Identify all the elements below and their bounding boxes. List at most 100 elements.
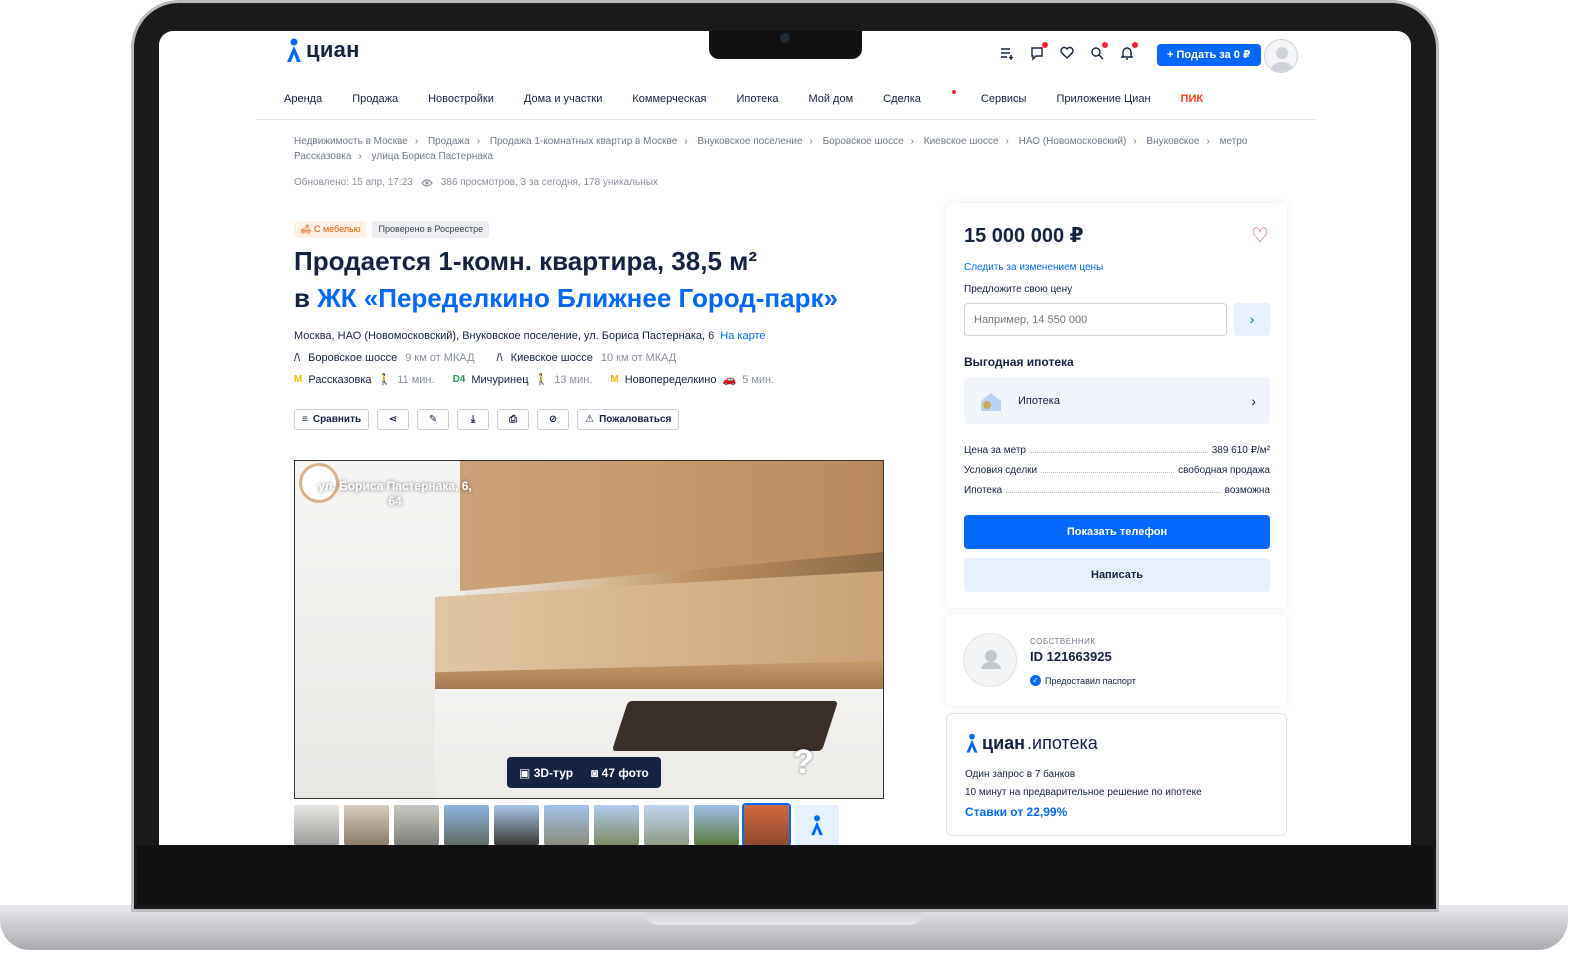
- breadcrumb-item[interactable]: Внуковское: [1146, 136, 1199, 147]
- owner-avatar[interactable]: [963, 633, 1017, 687]
- compare-button[interactable]: ≡ Сравнить: [294, 409, 370, 430]
- highway-name[interactable]: Боровское шоссе: [308, 352, 397, 364]
- nav-commercial[interactable]: Коммерческая: [632, 93, 706, 105]
- user-avatar-icon: [981, 650, 1001, 669]
- thumbnail[interactable]: [294, 805, 339, 845]
- owner-id[interactable]: ID 121663925: [1030, 649, 1112, 664]
- logo-pin-icon: [287, 38, 301, 62]
- offer-submit-button[interactable]: ›: [1234, 303, 1270, 336]
- breadcrumb-item[interactable]: Внуковское поселение: [697, 136, 802, 147]
- nav-pik[interactable]: ПИК: [1181, 93, 1204, 105]
- help-icon[interactable]: ?: [793, 743, 814, 782]
- breadcrumb-item[interactable]: Недвижимость в Москве: [294, 136, 408, 147]
- saved-search-icon[interactable]: [1089, 42, 1108, 61]
- compare-label: Сравнить: [312, 414, 362, 425]
- breadcrumb-item[interactable]: Продажа: [428, 136, 470, 147]
- metro-time: 11 мин.: [397, 373, 435, 386]
- breadcrumb-item[interactable]: НАО (Новомосковский): [1019, 136, 1127, 147]
- zhk-link[interactable]: ЖК «Переделкино Ближнее Город-парк»: [317, 283, 838, 313]
- thumbnail[interactable]: [394, 805, 439, 845]
- mortgage-option-label: Ипотека: [1018, 394, 1060, 407]
- nav-app[interactable]: Приложение Циан: [1056, 93, 1150, 105]
- map-link[interactable]: На карте: [720, 330, 765, 342]
- nav-houses[interactable]: Дома и участки: [524, 93, 602, 105]
- cian-mortgage-promo[interactable]: циан .ипотека Один запрос в 7 банков 10 м…: [946, 713, 1287, 836]
- thumbnail[interactable]: [644, 805, 689, 845]
- mortgage-title: Выгодная ипотека: [964, 355, 1074, 369]
- breadcrumb-item[interactable]: Киевское шоссе: [924, 136, 999, 147]
- thumbnail[interactable]: [694, 805, 739, 845]
- nav-deal[interactable]: Сделка: [883, 90, 956, 105]
- thumbnail[interactable]: [494, 805, 539, 845]
- print-button[interactable]: ⎙: [497, 409, 530, 430]
- breadcrumb-item[interactable]: Продажа 1-комнатных квартир в Москве: [490, 136, 677, 147]
- user-avatar[interactable]: [1264, 39, 1298, 73]
- complain-label: Пожаловаться: [599, 414, 672, 425]
- page-title: Продается 1-комн. квартира, 38,5 м² в ЖК…: [294, 243, 914, 317]
- offer-price-input[interactable]: [964, 303, 1227, 336]
- hide-button[interactable]: ⊘: [537, 409, 570, 430]
- edit-button[interactable]: ✎: [417, 409, 450, 430]
- chat-icon[interactable]: [1029, 42, 1048, 61]
- favorite-heart-icon[interactable]: ♡: [1251, 223, 1269, 248]
- favorites-heart-icon[interactable]: [1059, 45, 1075, 61]
- address: Москва, НАО (Новомосковский), Внуковское…: [294, 330, 765, 342]
- owner-card: СОБСТВЕННИК ID 121663925 ✓ Предоставил па…: [946, 615, 1287, 706]
- highways: /\ Боровское шоссе 9 км от МКАД /\ Киевс…: [294, 352, 676, 364]
- fact-value: возможна: [1224, 485, 1270, 496]
- nav-mortgage[interactable]: Ипотека: [737, 93, 779, 105]
- fact-label: Ипотека: [964, 485, 1003, 496]
- metro-name[interactable]: Новопеределкино: [625, 374, 717, 386]
- download-icon: ⤓: [470, 414, 476, 425]
- bell-icon[interactable]: [1119, 42, 1138, 61]
- title-line-2: в ЖК «Переделкино Ближнее Город-парк»: [294, 280, 914, 317]
- update-info: Обновлено: 15 апр, 17:23 386 просмотров,…: [294, 177, 658, 188]
- metro-name[interactable]: Рассказовка: [308, 374, 371, 386]
- promo-rate[interactable]: Ставки от 22,99%: [965, 805, 1067, 819]
- chevron-right-icon: ›: [1251, 392, 1256, 409]
- nav-rent[interactable]: Аренда: [284, 93, 322, 105]
- highway-name[interactable]: Киевское шоссе: [511, 352, 593, 364]
- share-button[interactable]: ⋖: [377, 409, 410, 430]
- d4-line-icon: D4: [452, 374, 466, 385]
- thumbnail[interactable]: [742, 803, 791, 845]
- fact-value: 389 610 ₽/м²: [1211, 445, 1270, 456]
- price-card: 15 000 000 ₽ ♡ Следить за изменением цен…: [946, 203, 1287, 608]
- write-message-button[interactable]: Написать: [964, 558, 1270, 592]
- follow-price-link[interactable]: Следить за изменением цены: [964, 262, 1103, 273]
- thumbnail[interactable]: [444, 805, 489, 845]
- nav-sale[interactable]: Продажа: [352, 93, 398, 105]
- main-photo[interactable]: ул. Бориса Пастернака, 6, 64 ? ▣ 3D-тур …: [294, 460, 884, 799]
- thumbnail-logo[interactable]: [794, 805, 839, 845]
- breadcrumb-item[interactable]: улица Бориса Пастернака: [372, 151, 493, 162]
- price-facts: Цена за метр 389 610 ₽/м² Условия сделки с…: [964, 445, 1270, 505]
- tour-3d-button[interactable]: ▣ 3D-тур: [519, 766, 573, 780]
- laptop-bezel: [137, 845, 1433, 905]
- user-avatar-icon: [1270, 47, 1294, 72]
- mortgage-option[interactable]: Ипотека ›: [964, 377, 1270, 424]
- photo-address-overlay: ул. Бориса Пастернака, 6, 64: [318, 479, 472, 508]
- address-text: Москва, НАО (Новомосковский), Внуковское…: [294, 330, 715, 342]
- nav-new-buildings[interactable]: Новостройки: [428, 93, 494, 105]
- main-nav: Аренда Продажа Новостройки Дома и участк…: [284, 90, 1233, 105]
- metro-name[interactable]: Мичуринец: [471, 374, 528, 386]
- compare-list-icon[interactable]: [999, 45, 1015, 61]
- post-ad-button[interactable]: + Подать за 0 ₽: [1157, 44, 1261, 66]
- logo-suffix: .ипотека: [1027, 732, 1098, 753]
- thumbnail[interactable]: [344, 805, 389, 845]
- download-button[interactable]: ⤓: [457, 409, 490, 430]
- complain-button[interactable]: ⚠ Пожаловаться: [577, 409, 680, 430]
- nav-services[interactable]: Сервисы: [981, 93, 1027, 105]
- breadcrumb-item[interactable]: Боровское шоссе: [823, 136, 904, 147]
- printer-icon: ⎙: [509, 414, 518, 425]
- walk-icon: 🚶: [534, 374, 549, 386]
- thumbnail[interactable]: [544, 805, 589, 845]
- promo-line: 10 минут на предварительное решение по и…: [965, 787, 1202, 798]
- photos-button[interactable]: ◙ 47 фото: [591, 766, 649, 780]
- cian-logo[interactable]: циан: [284, 37, 360, 63]
- thumbnail[interactable]: [594, 805, 639, 845]
- show-phone-button[interactable]: Показать телефон: [964, 515, 1270, 549]
- rosreestr-badge: Проверено в Росреестре: [372, 221, 490, 238]
- nav-my-home[interactable]: Мой дом: [808, 93, 853, 105]
- road-icon: /\: [294, 352, 301, 364]
